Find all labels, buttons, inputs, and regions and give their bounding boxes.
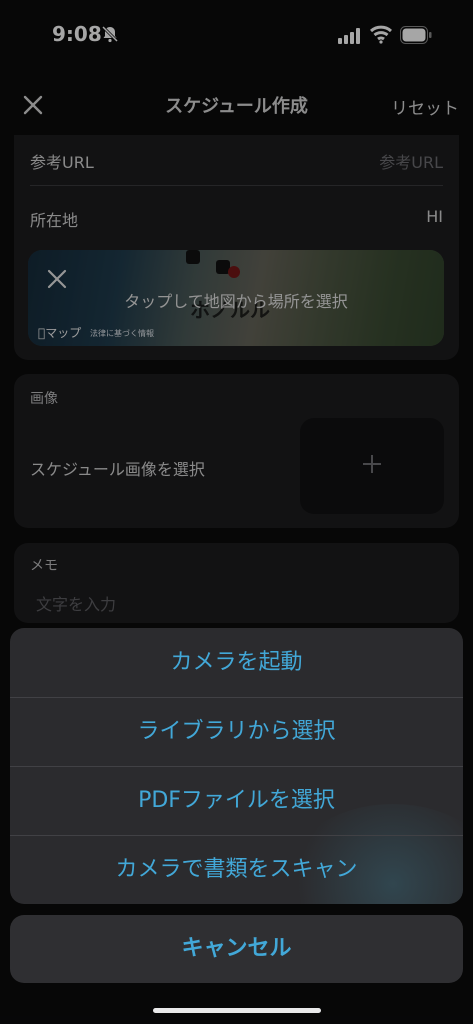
action-sheet: カメラを起動 ライブラリから選択 PDFファイルを選択 カメラで書類をスキャン xyxy=(10,628,463,904)
scan-document-button[interactable]: カメラで書類をスキャン xyxy=(10,835,463,904)
select-pdf-button[interactable]: PDFファイルを選択 xyxy=(10,766,463,836)
launch-camera-button[interactable]: カメラを起動 xyxy=(10,628,463,698)
select-from-library-button[interactable]: ライブラリから選択 xyxy=(10,697,463,767)
cancel-button[interactable]: キャンセル xyxy=(10,915,463,983)
home-indicator[interactable] xyxy=(153,1008,321,1013)
